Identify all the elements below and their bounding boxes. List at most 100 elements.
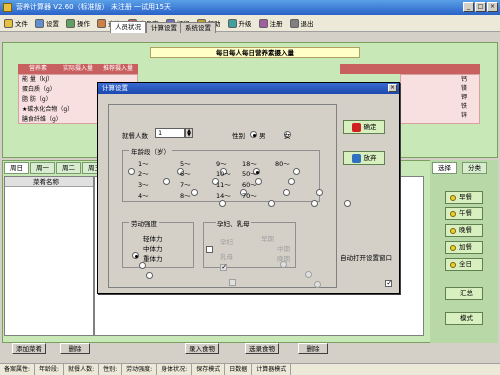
extra-label: 汇总 xyxy=(460,289,473,297)
cancel-icon xyxy=(351,153,361,163)
age-radio[interactable] xyxy=(344,200,351,207)
labor-radio[interactable] xyxy=(146,272,153,279)
mineral-row: 钾 xyxy=(461,94,468,101)
meal-button-2[interactable]: 晚餐 xyxy=(445,224,483,237)
col-header-nutrient: 营养素 xyxy=(18,64,58,74)
auto-open-checkbox[interactable] xyxy=(385,279,393,287)
tab-category[interactable]: 分类 xyxy=(462,162,487,174)
toolbar: 文件设置操作查询食品库打印帮助升级注册退出 xyxy=(0,15,500,32)
meal-button-1[interactable]: 午餐 xyxy=(445,207,483,220)
age-radio[interactable] xyxy=(311,200,318,207)
mineral-row: 锌 xyxy=(461,112,468,119)
age-radio[interactable] xyxy=(128,168,135,175)
status-field: 计算器模式 xyxy=(252,364,292,375)
col-header-recommend: 推荐摄入量 xyxy=(98,64,138,74)
window-title: 营养计算器 V2.60（标准版） 未注册 一试用15天 xyxy=(16,3,171,11)
close-button[interactable]: × xyxy=(487,2,498,12)
status-field: 年龄段: xyxy=(35,364,65,375)
toolbar-label: 操作 xyxy=(77,20,90,28)
toolbar-label: 文件 xyxy=(15,20,28,28)
select-food-button[interactable]: 选录食物 xyxy=(245,343,279,354)
toolbar-item-8[interactable]: 注册 xyxy=(257,17,285,29)
auto-open-label: 自动打开设置窗口 xyxy=(340,254,392,262)
age-label: 60～ xyxy=(242,181,257,189)
tab-day-2[interactable]: 周二 xyxy=(56,162,81,174)
dialog-close-icon[interactable]: × xyxy=(388,84,397,92)
diners-input[interactable]: 1 xyxy=(155,128,185,138)
age-radio[interactable] xyxy=(191,189,198,196)
status-field: 备案属性: xyxy=(0,364,36,375)
age-radio[interactable] xyxy=(288,178,295,185)
age-radio[interactable] xyxy=(163,178,170,185)
meal-button-3[interactable]: 加餐 xyxy=(445,241,483,254)
mineral-row: 镁 xyxy=(461,85,468,92)
status-field: 身体状况: xyxy=(157,364,193,375)
enter-food-button[interactable]: 录入食物 xyxy=(185,343,219,354)
ok-label: 确定 xyxy=(363,123,377,131)
cancel-button[interactable]: 放弃 xyxy=(343,151,385,165)
age-label: 9～ xyxy=(216,160,227,168)
age-label: 11～ xyxy=(216,181,231,189)
tab-select[interactable]: 选择 xyxy=(432,162,457,174)
tab-day-1[interactable]: 周一 xyxy=(30,162,55,174)
pregnant-sub-checkbox[interactable] xyxy=(220,263,228,271)
age-radio[interactable] xyxy=(219,200,226,207)
age-label: 14～ xyxy=(216,192,231,200)
toolbar-item-9[interactable]: 退出 xyxy=(288,17,316,29)
ok-button[interactable]: 确定 xyxy=(343,120,385,134)
labor-label: 重体力 xyxy=(143,255,163,263)
age-radio[interactable] xyxy=(316,189,323,196)
tab-system-settings[interactable]: 系统设置 xyxy=(180,22,216,33)
cancel-label: 放弃 xyxy=(363,154,377,162)
delete-food-button[interactable]: 删除 xyxy=(298,343,328,354)
meal-button-0[interactable]: 早餐 xyxy=(445,191,483,204)
status-field: 劳动强度: xyxy=(122,364,158,375)
minimize-button[interactable]: _ xyxy=(463,2,474,12)
mineral-row: 铁 xyxy=(461,103,468,110)
age-label: 18～ xyxy=(242,160,257,168)
tab-person-status[interactable]: 人员状况 xyxy=(110,21,146,33)
toolbar-item-0[interactable]: 文件 xyxy=(2,17,30,29)
checkmark-icon xyxy=(351,122,361,132)
toolbar-item-7[interactable]: 升级 xyxy=(226,17,254,29)
toolbar-item-2[interactable]: 操作 xyxy=(64,17,92,29)
gender-label: 性别 xyxy=(232,132,245,140)
diners-label: 就餐人数 xyxy=(122,132,148,140)
age-radio[interactable] xyxy=(283,189,290,196)
toolbar-label: 升级 xyxy=(238,20,252,28)
tab-calc-settings[interactable]: 计算设置 xyxy=(146,22,182,33)
labor-label: 中体力 xyxy=(143,245,163,253)
delete-dish-button[interactable]: 删除 xyxy=(60,343,90,354)
age-radio[interactable] xyxy=(268,200,275,207)
exit-icon xyxy=(289,18,299,28)
meal-button-4[interactable]: 全日 xyxy=(445,258,483,271)
toolbar-item-1[interactable]: 设置 xyxy=(33,17,61,29)
lactating-checkbox[interactable] xyxy=(229,279,237,286)
nutrient-heading: 每日每人每日营养素摄入量 xyxy=(150,47,360,58)
lactating-label: 乳母 xyxy=(220,253,233,261)
pregnant-checkbox[interactable] xyxy=(206,246,213,253)
meal-dot-icon xyxy=(450,261,456,268)
age-group-legend: 年龄段（岁） xyxy=(129,146,172,156)
extra-label: 模式 xyxy=(460,314,473,322)
tab-day-0[interactable]: 周日 xyxy=(4,162,29,174)
status-field: 日数据 xyxy=(225,364,253,375)
labor-radio[interactable] xyxy=(132,252,139,259)
add-dish-button[interactable]: 添加菜肴 xyxy=(12,343,46,354)
gender-male-radio[interactable] xyxy=(250,131,257,138)
age-radio[interactable] xyxy=(293,168,300,175)
age-label: 1～ xyxy=(138,160,149,168)
meal-dot-icon xyxy=(450,194,456,201)
labor-radio[interactable] xyxy=(139,262,146,269)
late-label: 晚期 xyxy=(277,255,290,263)
panel-strip xyxy=(2,32,498,42)
meal-label: 午餐 xyxy=(459,209,472,217)
dish-list[interactable]: 菜肴名称 xyxy=(4,176,94,336)
extra-button-0[interactable]: 汇总 xyxy=(445,287,483,300)
diners-spinner[interactable]: ▲ ▼ xyxy=(185,128,193,138)
extra-button-1[interactable]: 模式 xyxy=(445,312,483,325)
maximize-button[interactable]: □ xyxy=(475,2,486,12)
mid-radio[interactable] xyxy=(304,271,312,278)
day-tabs: 周日 周一 周二 周三 xyxy=(4,162,107,174)
toolbar-label: 退出 xyxy=(300,20,314,28)
